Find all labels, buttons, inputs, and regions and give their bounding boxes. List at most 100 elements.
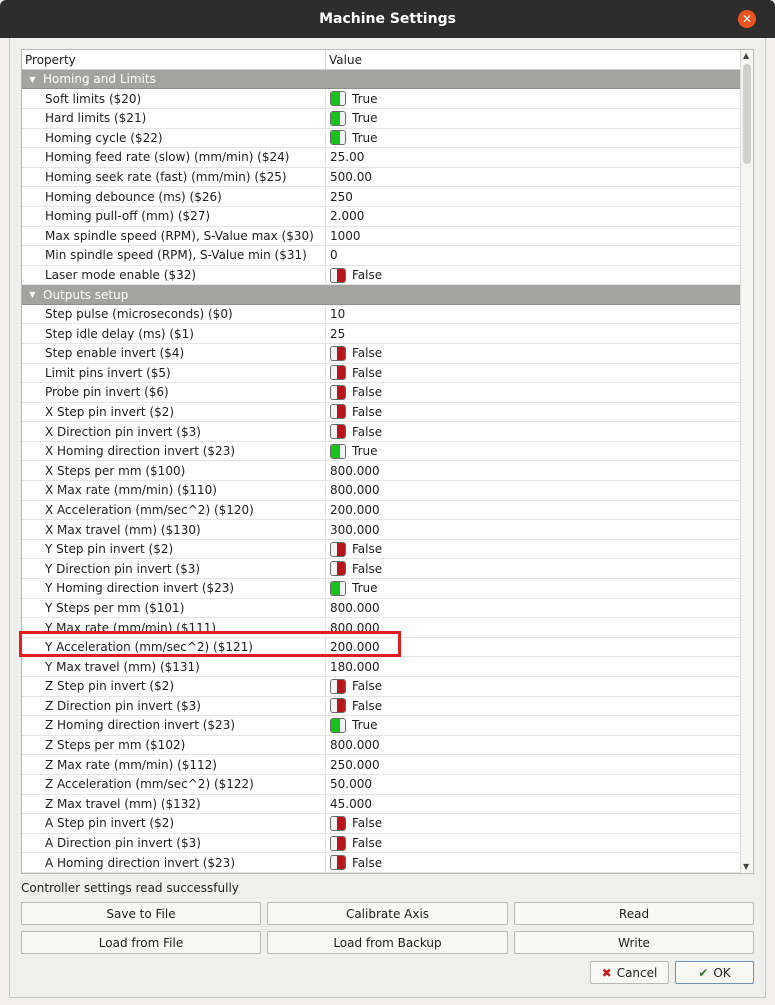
setting-row[interactable]: Homing seek rate (fast) (mm/min) ($25) 50…: [22, 167, 741, 188]
vertical-scrollbar[interactable]: ▲ ▼: [740, 50, 753, 873]
toggle-on-icon[interactable]: [330, 91, 346, 107]
close-button[interactable]: ✕: [738, 10, 756, 28]
setting-row[interactable]: Step idle delay (ms) ($1) 25: [22, 324, 741, 344]
scroll-down-icon[interactable]: ▼: [743, 862, 749, 871]
setting-row[interactable]: X Step pin invert ($2) False: [22, 402, 741, 423]
setting-row[interactable]: X Steps per mm ($100) 800.000: [22, 461, 741, 482]
setting-row[interactable]: Laser mode enable ($32) False: [22, 265, 741, 286]
setting-value-cell[interactable]: False: [326, 403, 741, 422]
setting-value-cell[interactable]: False: [326, 677, 741, 696]
toggle-off-icon[interactable]: [330, 698, 346, 714]
setting-value-cell[interactable]: 800.000: [326, 481, 741, 500]
setting-value-cell[interactable]: 300.000: [326, 520, 741, 539]
setting-row[interactable]: Y Steps per mm ($101) 800.000: [22, 598, 741, 619]
setting-row[interactable]: A Step pin invert ($2) False: [22, 814, 741, 834]
setting-row[interactable]: Homing feed rate (slow) (mm/min) ($24) 25…: [22, 148, 741, 168]
load-from-backup-button[interactable]: Load from Backup: [267, 931, 508, 954]
setting-value-cell[interactable]: 45.000: [326, 795, 741, 814]
toggle-off-icon[interactable]: [330, 267, 346, 283]
setting-row[interactable]: Y Direction pin invert ($3) False: [22, 559, 741, 580]
setting-value-cell[interactable]: 500.00: [326, 168, 741, 187]
setting-row[interactable]: Max spindle speed (RPM), S-Value max ($3…: [22, 226, 741, 247]
toggle-on-icon[interactable]: [330, 717, 346, 733]
setting-value-cell[interactable]: False: [326, 422, 741, 441]
setting-row[interactable]: Y Max rate (mm/min) ($111) 800.000: [22, 618, 741, 638]
setting-value-cell[interactable]: False: [326, 266, 741, 285]
group-header[interactable]: ▼ Homing and Limits: [22, 70, 741, 90]
setting-row[interactable]: X Homing direction invert ($23) True: [22, 441, 741, 462]
setting-row[interactable]: Z Max rate (mm/min) ($112) 250.000: [22, 755, 741, 775]
toggle-on-icon[interactable]: [330, 130, 346, 146]
cancel-button[interactable]: ✖ Cancel: [590, 961, 669, 984]
setting-row[interactable]: Y Step pin invert ($2) False: [22, 539, 741, 560]
setting-row[interactable]: A Direction pin invert ($3) False: [22, 833, 741, 854]
setting-row[interactable]: Z Direction pin invert ($3) False: [22, 696, 741, 717]
setting-value-cell[interactable]: 180.000: [326, 657, 741, 676]
setting-row[interactable]: Z Acceleration (mm/sec^2) ($122) 50.000: [22, 774, 741, 795]
setting-row[interactable]: Z Steps per mm ($102) 800.000: [22, 735, 741, 756]
setting-value-cell[interactable]: 250: [326, 187, 741, 206]
setting-value-cell[interactable]: 200.000: [326, 638, 741, 657]
setting-value-cell[interactable]: True: [326, 129, 741, 148]
calibrate-axis-button[interactable]: Calibrate Axis: [267, 902, 508, 925]
setting-value-cell[interactable]: False: [326, 697, 741, 716]
setting-value-cell[interactable]: 50.000: [326, 775, 741, 794]
setting-value-cell[interactable]: False: [326, 853, 741, 872]
load-from-file-button[interactable]: Load from File: [21, 931, 261, 954]
setting-value-cell[interactable]: False: [326, 344, 741, 363]
setting-row[interactable]: Homing cycle ($22) True: [22, 128, 741, 149]
setting-row[interactable]: Y Acceleration (mm/sec^2) ($121) 200.000: [22, 637, 741, 658]
scrollbar-thumb[interactable]: [743, 64, 751, 164]
toggle-off-icon[interactable]: [330, 404, 346, 420]
toggle-off-icon[interactable]: [330, 345, 346, 361]
setting-value-cell[interactable]: 800.000: [326, 461, 741, 480]
setting-value-cell[interactable]: 250.000: [326, 755, 741, 774]
setting-row[interactable]: Y Max travel (mm) ($131) 180.000: [22, 657, 741, 677]
setting-row[interactable]: Soft limits ($20) True: [22, 89, 741, 109]
header-property[interactable]: Property: [22, 50, 326, 69]
setting-value-cell[interactable]: True: [326, 89, 741, 108]
setting-row[interactable]: X Max rate (mm/min) ($110) 800.000: [22, 481, 741, 501]
header-value[interactable]: Value: [326, 50, 741, 69]
setting-value-cell[interactable]: True: [326, 716, 741, 735]
triangle-down-icon[interactable]: ▼: [22, 75, 43, 84]
setting-value-cell[interactable]: False: [326, 814, 741, 833]
setting-row[interactable]: Probe pin invert ($6) False: [22, 383, 741, 403]
setting-value-cell[interactable]: True: [326, 579, 741, 598]
setting-value-cell[interactable]: 800.000: [326, 599, 741, 618]
setting-value-cell[interactable]: False: [326, 540, 741, 559]
toggle-off-icon[interactable]: [330, 561, 346, 577]
setting-row[interactable]: X Acceleration (mm/sec^2) ($120) 200.000: [22, 500, 741, 521]
toggle-off-icon[interactable]: [330, 815, 346, 831]
ok-button[interactable]: ✔ OK: [675, 961, 754, 984]
setting-row[interactable]: X Direction pin invert ($3) False: [22, 422, 741, 442]
setting-value-cell[interactable]: 0: [326, 246, 741, 265]
toggle-off-icon[interactable]: [330, 384, 346, 400]
setting-value-cell[interactable]: 10: [326, 305, 741, 324]
setting-row[interactable]: A Homing direction invert ($23) False: [22, 853, 741, 873]
group-header[interactable]: ▼ Outputs setup: [22, 285, 741, 305]
setting-value-cell[interactable]: 800.000: [326, 736, 741, 755]
toggle-on-icon[interactable]: [330, 110, 346, 126]
save-to-file-button[interactable]: Save to File: [21, 902, 261, 925]
setting-value-cell[interactable]: False: [326, 364, 741, 383]
setting-row[interactable]: Limit pins invert ($5) False: [22, 363, 741, 384]
toggle-off-icon[interactable]: [330, 855, 346, 871]
setting-row[interactable]: Z Step pin invert ($2) False: [22, 677, 741, 697]
setting-value-cell[interactable]: False: [326, 559, 741, 578]
triangle-down-icon[interactable]: ▼: [22, 290, 43, 299]
scroll-up-icon[interactable]: ▲: [743, 51, 749, 60]
setting-value-cell[interactable]: 2.000: [326, 207, 741, 226]
write-button[interactable]: Write: [514, 931, 754, 954]
setting-value-cell[interactable]: False: [326, 383, 741, 402]
toggle-off-icon[interactable]: [330, 835, 346, 851]
setting-row[interactable]: Homing pull-off (mm) ($27) 2.000: [22, 206, 741, 227]
setting-row[interactable]: X Max travel (mm) ($130) 300.000: [22, 520, 741, 540]
setting-value-cell[interactable]: True: [326, 442, 741, 461]
setting-value-cell[interactable]: False: [326, 834, 741, 853]
setting-row[interactable]: Min spindle speed (RPM), S-Value min ($3…: [22, 246, 741, 266]
setting-value-cell[interactable]: 800.000: [326, 618, 741, 637]
toggle-off-icon[interactable]: [330, 365, 346, 381]
setting-row[interactable]: Z Max travel (mm) ($132) 45.000: [22, 794, 741, 815]
toggle-on-icon[interactable]: [330, 580, 346, 596]
